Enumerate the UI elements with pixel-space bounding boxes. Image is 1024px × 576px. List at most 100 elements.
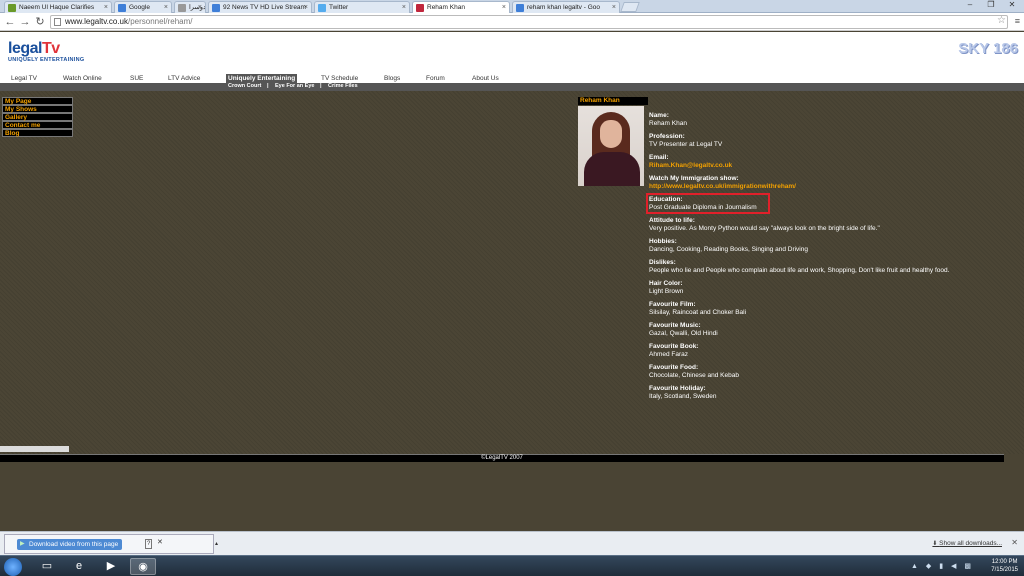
address-bar[interactable]: www.legaltv.co.uk/personnel/reham/ — [50, 15, 1008, 29]
field-label: Watch My Immigration show: — [649, 175, 739, 182]
field-value: Post Graduate Diploma in Journalism — [649, 203, 757, 211]
clock-time: 12:00 PM — [991, 559, 1018, 565]
subnav-separator: | — [320, 83, 322, 89]
tab-close-icon[interactable]: × — [198, 2, 202, 13]
sidemenu-my-shows[interactable]: My Shows — [2, 105, 73, 113]
help-icon[interactable]: ? — [145, 539, 153, 549]
tab-favicon-icon — [516, 4, 524, 12]
field-value: Reham Khan — [649, 119, 687, 127]
nav-watch-online[interactable]: Watch Online — [63, 74, 102, 83]
start-button[interactable] — [4, 558, 22, 576]
folder-icon[interactable]: ▭ — [34, 558, 60, 575]
tab-close-icon[interactable]: × — [164, 2, 168, 13]
nav-legal-tv[interactable]: Legal TV — [11, 74, 37, 83]
logo-tv: Tv — [41, 40, 60, 57]
taskbar: ▭ e ▶ ◉ ▲ ◆ ▮ ◀ ▩ 12:00 PM 7/15/2015 — [0, 555, 1024, 576]
shelf-close-icon[interactable]: ✕ — [1011, 538, 1018, 547]
field-label: Dislikes: — [649, 259, 676, 266]
field-label: Email: — [649, 154, 669, 161]
nav-ltv-advice[interactable]: LTV Advice — [168, 74, 200, 83]
download-item: Download video from this page ? ✕ — [4, 534, 214, 554]
browser-tab[interactable]: Google × — [114, 1, 172, 13]
tab-favicon-icon — [416, 4, 424, 12]
field-value: Ahmed Faraz — [649, 350, 689, 358]
sky-channel-badge: SKY 186 — [958, 40, 1018, 57]
clock-date: 7/15/2015 — [991, 566, 1018, 573]
window-close-button[interactable]: ✕ — [1002, 0, 1022, 10]
show-all-downloads-link[interactable]: Show all downloads... — [932, 540, 1002, 547]
browser-tab[interactable]: reham khan legaltv - Goo × — [512, 1, 620, 13]
field-value: Very positive. As Monty Python would say… — [649, 224, 880, 232]
profile-details: Name: Reham Khan Profession: TV Presenter a… — [646, 112, 1019, 406]
nav-uniquely-entertaining[interactable]: Uniquely Entertaining — [226, 74, 298, 83]
browser-tab[interactable]: Twitter × — [314, 1, 410, 13]
new-tab-button[interactable] — [620, 2, 640, 12]
nav-about-us[interactable]: About Us — [472, 74, 499, 83]
nav-forum[interactable]: Forum — [426, 74, 445, 83]
legaltv-logo[interactable]: legalTv — [8, 40, 60, 58]
browser-tab[interactable]: نئی آنکھوں سے - آلڈریچ دوسرا× — [174, 1, 206, 13]
site-tagline: UNIQUELY ENTERTAINING — [8, 57, 85, 63]
browser-tab[interactable]: Naeem Ul Haque Clarifies × — [4, 1, 112, 13]
profile-field: Education: Post Graduate Diploma in Journ… — [646, 193, 770, 214]
field-link[interactable]: Riham.Khan@legaltv.co.uk — [649, 162, 1019, 170]
subnav-crime-files[interactable]: Crime Files — [328, 83, 358, 90]
subnav-crown-court[interactable]: Crown Court — [228, 83, 261, 90]
minimize-button[interactable]: – — [960, 0, 980, 10]
back-icon[interactable]: ← — [3, 15, 17, 29]
nav-sue[interactable]: SUE — [130, 74, 143, 83]
bookmark-star-icon[interactable]: ☆ — [997, 15, 1006, 26]
reload-icon[interactable]: ↻ — [33, 15, 47, 29]
chevron-up-icon[interactable]: ▴ — [215, 540, 218, 547]
horizontal-scrollbar[interactable] — [0, 446, 69, 452]
chrome-icon[interactable]: ◉ — [130, 558, 156, 575]
ie-icon[interactable]: e — [66, 558, 92, 575]
system-tray[interactable]: ▲ ◆ ▮ ◀ ▩ — [911, 562, 974, 570]
tab-close-icon[interactable]: × — [502, 2, 506, 13]
field-value: People who lie and People who complain a… — [649, 266, 950, 274]
site-footer: ©LegalTV 2007 — [0, 454, 1004, 462]
download-video-button[interactable]: Download video from this page — [17, 539, 123, 550]
logo-legal: legal — [8, 40, 42, 57]
subnav-eye-for-an-eye[interactable]: Eye For an Eye — [275, 83, 314, 90]
browser-tab[interactable]: 92 News TV HD Live Stream × — [208, 1, 312, 13]
profile-field: Name: Reham Khan — [649, 112, 1019, 127]
tab-label: reham khan legaltv - Goo — [527, 4, 600, 11]
tab-favicon-icon — [318, 4, 326, 12]
tab-label: Google — [129, 4, 150, 11]
tab-close-icon[interactable]: × — [304, 2, 308, 13]
browser-toolbar: ← → ↻ www.legaltv.co.uk/personnel/reham/… — [0, 13, 1024, 31]
profile-field: Watch My Immigration show: http://www.leg… — [649, 175, 1019, 190]
field-value: Chocolate, Chinese and Kebab — [649, 371, 739, 379]
nav-tv-schedule[interactable]: TV Schedule — [321, 74, 358, 83]
nav-blogs[interactable]: Blogs — [384, 74, 400, 83]
tab-label: Naeem Ul Haque Clarifies — [19, 4, 95, 11]
sidemenu-blog[interactable]: Blog — [2, 129, 73, 137]
tab-close-icon[interactable]: × — [104, 2, 108, 13]
field-value: Italy, Scotland, Sweden — [649, 392, 717, 400]
forward-icon[interactable]: → — [18, 15, 32, 29]
profile-field: Favourite Music: Gazal, Qwalli, Old Hindi — [649, 322, 1019, 337]
sidemenu-gallery[interactable]: Gallery — [2, 113, 73, 121]
sidemenu-my-page[interactable]: My Page — [2, 97, 73, 105]
profile-field: Email: Riham.Khan@legaltv.co.uk — [649, 154, 1019, 169]
clock[interactable]: 12:00 PM 7/15/2015 — [991, 559, 1018, 574]
subnav-separator: | — [267, 83, 269, 89]
sidemenu-contact-me[interactable]: Contact me — [2, 121, 73, 129]
url-host: www.legaltv.co.uk — [65, 17, 128, 26]
page-icon — [54, 18, 61, 26]
field-label: Favourite Holiday: — [649, 385, 706, 392]
close-icon[interactable]: ✕ — [157, 538, 163, 546]
download-shelf: Download video from this page ? ✕ ▴ Show… — [0, 531, 1024, 555]
profile-field: Hair Color: Light Brown — [649, 280, 1019, 295]
field-link[interactable]: http://www.legaltv.co.uk/immigrationwith… — [649, 183, 1019, 191]
media-player-icon[interactable]: ▶ — [98, 558, 124, 575]
maximize-button[interactable]: ❐ — [981, 0, 1001, 10]
browser-tab[interactable]: Reham Khan × — [412, 1, 510, 13]
field-label: Hair Color: — [649, 280, 683, 287]
menu-icon[interactable]: ≡ — [1015, 16, 1020, 26]
tab-label: 92 News TV HD Live Stream — [223, 4, 306, 11]
tab-close-icon[interactable]: × — [402, 2, 406, 13]
tab-close-icon[interactable]: × — [612, 2, 616, 13]
profile-field: Dislikes: People who lie and People who c… — [649, 259, 1019, 274]
